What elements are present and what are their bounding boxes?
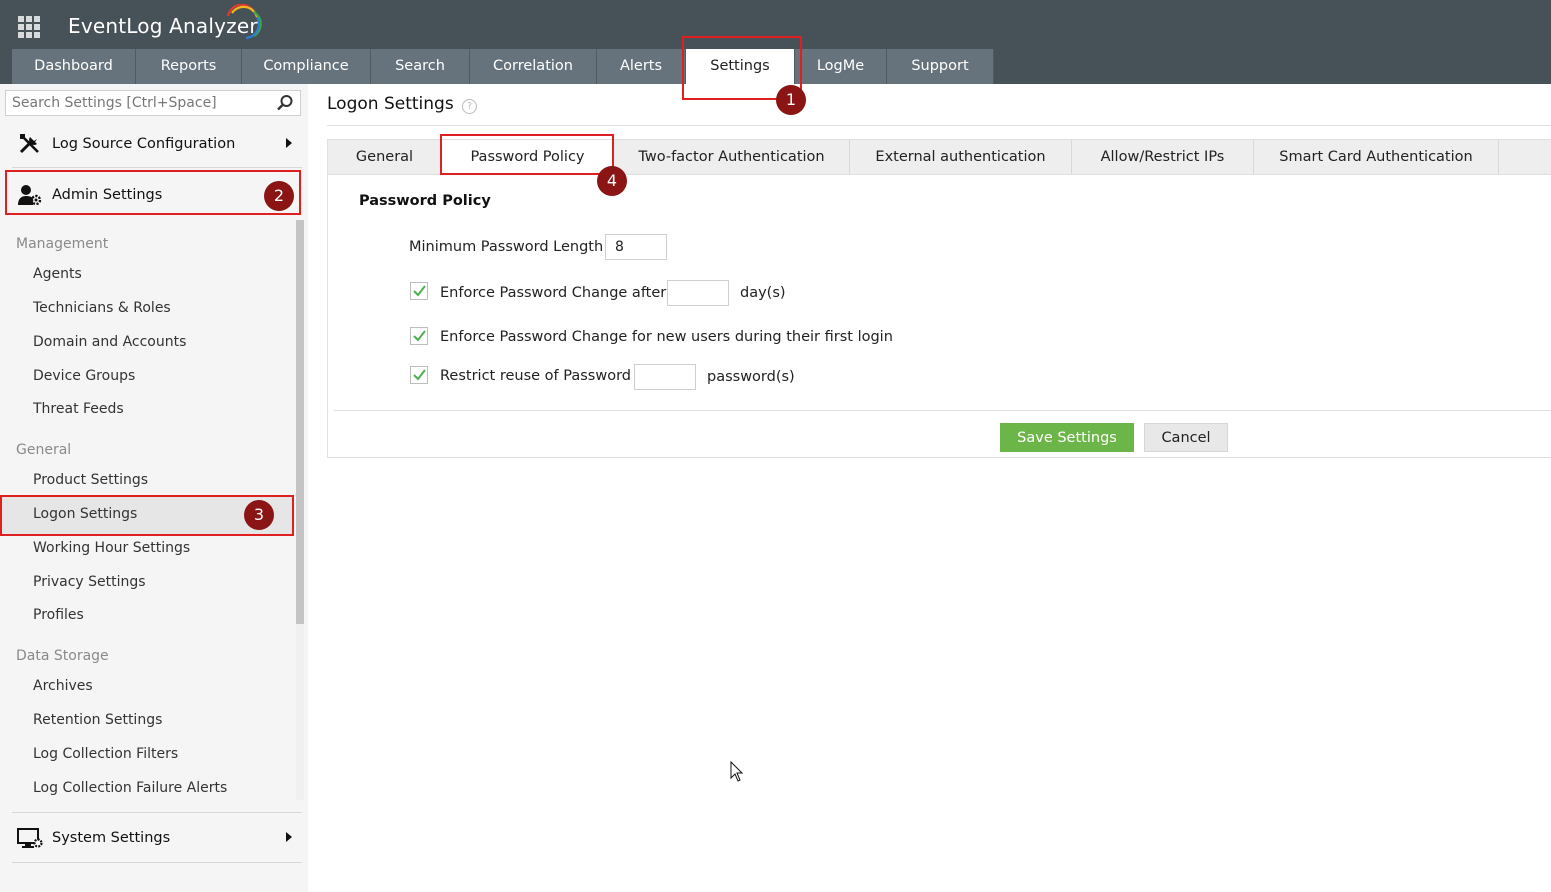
help-icon[interactable]: ?	[462, 99, 477, 114]
callout-badge-4: 4	[597, 166, 627, 196]
tab-support[interactable]: Support	[887, 49, 994, 84]
subtab-allow-restrict-ips[interactable]: Allow/Restrict IPs	[1072, 140, 1254, 174]
divider	[12, 167, 302, 168]
tools-icon	[16, 130, 44, 158]
form-divider	[334, 410, 1551, 411]
save-settings-button[interactable]: Save Settings	[1000, 423, 1134, 452]
restrict-reuse-count-input[interactable]	[634, 364, 696, 390]
sidebar-item-privacy-settings[interactable]: Privacy Settings	[33, 574, 146, 590]
sidebar-item-product-settings[interactable]: Product Settings	[33, 472, 148, 488]
subtab-smart-card-authentication[interactable]: Smart Card Authentication	[1254, 140, 1499, 174]
callout-badge-1: 1	[776, 85, 806, 115]
tab-correlation[interactable]: Correlation	[470, 49, 597, 84]
sidebar-item-profiles[interactable]: Profiles	[33, 607, 84, 623]
sidebar-item-log-collection-failure-alerts[interactable]: Log Collection Failure Alerts	[33, 780, 227, 796]
checkmark-icon	[413, 285, 426, 297]
group-data-storage-label: Data Storage	[16, 648, 109, 664]
checkmark-icon	[413, 330, 426, 342]
section-label: Log Source Configuration	[52, 136, 236, 152]
section-heading: Password Policy	[359, 193, 491, 209]
passwords-unit-label: password(s)	[707, 369, 795, 385]
divider	[12, 862, 302, 863]
tab-search[interactable]: Search	[371, 49, 470, 84]
page-title: Logon Settings	[327, 94, 454, 114]
settings-search-input[interactable]	[6, 91, 266, 115]
mouse-cursor-icon	[730, 761, 744, 782]
tab-alerts[interactable]: Alerts	[597, 49, 686, 84]
sidebar-item-archives[interactable]: Archives	[33, 678, 93, 694]
enforce-change-days-input[interactable]	[667, 280, 729, 306]
main-nav: Dashboard Reports Compliance Search Corr…	[12, 49, 994, 84]
sidebar-item-threat-feeds[interactable]: Threat Feeds	[33, 401, 124, 417]
chevron-right-icon	[286, 138, 292, 148]
sidebar-item-working-hour-settings[interactable]: Working Hour Settings	[33, 540, 190, 556]
enforce-change-checkbox[interactable]	[410, 282, 428, 300]
checkmark-icon	[413, 369, 426, 381]
title-divider	[327, 125, 1551, 126]
subtab-external-authentication[interactable]: External authentication	[850, 140, 1072, 174]
tab-reports[interactable]: Reports	[136, 49, 242, 84]
enforce-first-login-label: Enforce Password Change for new users du…	[440, 329, 893, 345]
min-password-length-input[interactable]	[605, 234, 667, 260]
divider	[12, 812, 302, 813]
days-unit-label: day(s)	[740, 285, 786, 301]
logo-arc-icon	[226, 4, 262, 40]
sidebar-item-agents[interactable]: Agents	[33, 266, 82, 282]
cancel-button[interactable]: Cancel	[1144, 423, 1228, 452]
enforce-change-label: Enforce Password Change after	[440, 285, 667, 301]
sidebar-item-retention-settings[interactable]: Retention Settings	[33, 712, 162, 728]
group-general-label: General	[16, 442, 72, 458]
callout-badge-2: 2	[264, 181, 294, 211]
search-icon[interactable]	[276, 94, 294, 112]
group-management-label: Management	[16, 236, 109, 252]
sidebar-item-log-collection-filters[interactable]: Log Collection Filters	[33, 746, 178, 762]
section-label: System Settings	[52, 830, 171, 846]
chevron-right-icon	[286, 832, 292, 842]
callout-badge-3: 3	[244, 500, 274, 530]
tab-compliance[interactable]: Compliance	[242, 49, 371, 84]
tab-dashboard[interactable]: Dashboard	[12, 49, 136, 84]
sidebar-item-technicians-roles[interactable]: Technicians & Roles	[33, 300, 171, 316]
sidebar-scrollbar-thumb[interactable]	[296, 220, 304, 624]
restrict-reuse-label: Restrict reuse of Password	[440, 368, 631, 384]
enforce-first-login-checkbox[interactable]	[410, 327, 428, 345]
min-password-length-label: Minimum Password Length	[409, 239, 604, 255]
highlight-password-policy-tab	[440, 134, 614, 175]
logon-settings-panel: General Password Policy Two-factor Authe…	[327, 139, 1551, 458]
restrict-reuse-checkbox[interactable]	[410, 366, 428, 384]
sidebar-search	[5, 90, 301, 116]
highlight-admin-settings	[5, 170, 301, 215]
subtab-general[interactable]: General	[328, 140, 442, 174]
sidebar-item-domain-accounts[interactable]: Domain and Accounts	[33, 334, 186, 350]
section-system-settings[interactable]: System Settings	[12, 816, 302, 860]
section-log-source-configuration[interactable]: Log Source Configuration	[12, 122, 302, 166]
app-grid-icon[interactable]	[18, 16, 40, 38]
sidebar-item-device-groups[interactable]: Device Groups	[33, 368, 135, 384]
subtab-two-factor-authentication[interactable]: Two-factor Authentication	[614, 140, 850, 174]
monitor-gear-icon	[16, 824, 44, 852]
tab-logme[interactable]: LogMe	[795, 49, 887, 84]
